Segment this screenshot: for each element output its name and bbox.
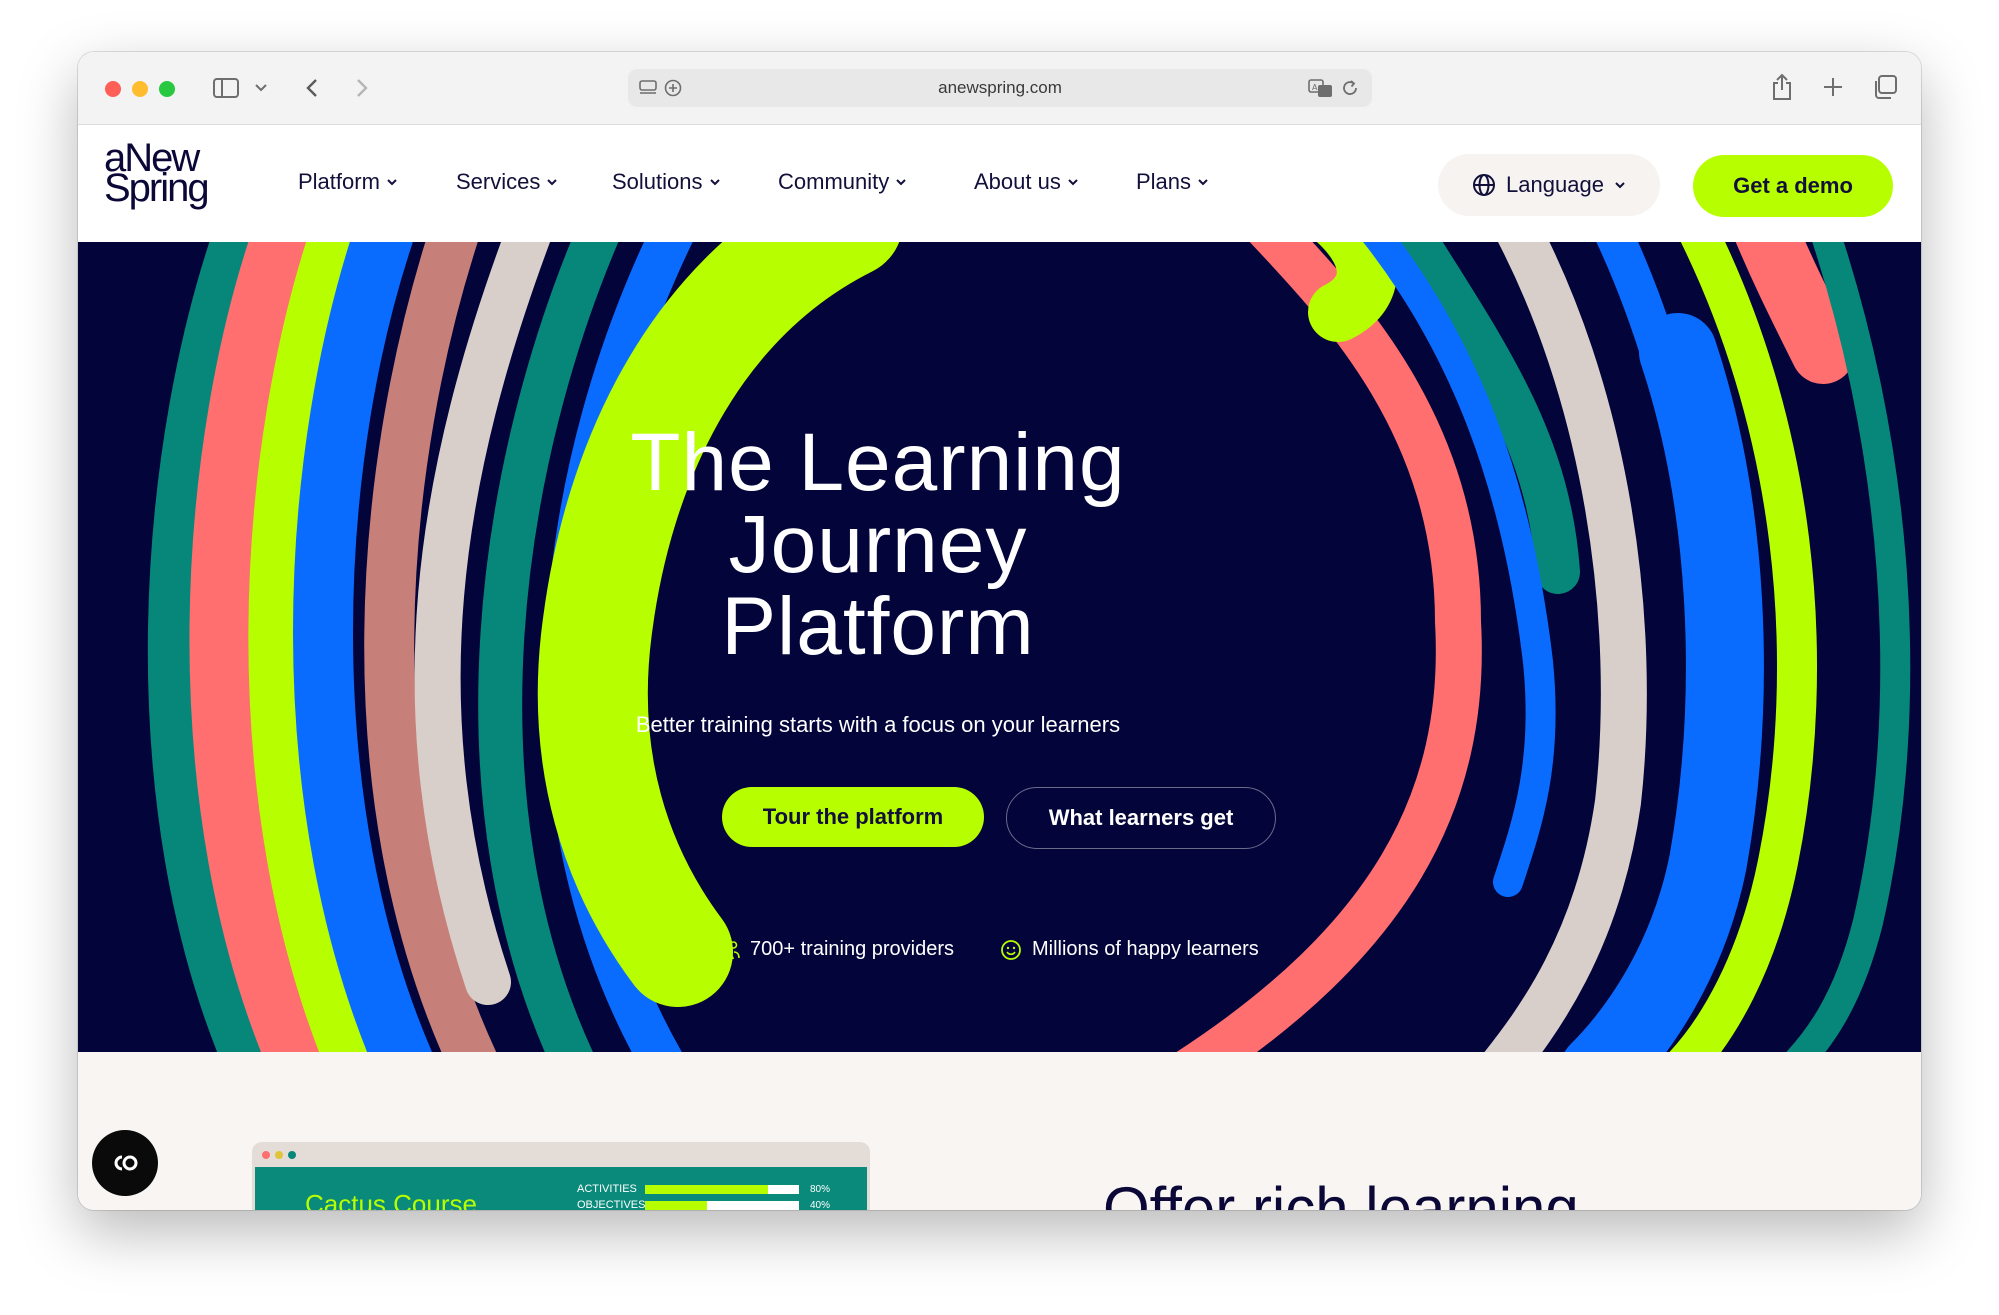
- translate-icon[interactable]: A: [1308, 78, 1334, 98]
- nav-item-label: Services: [456, 169, 541, 194]
- stat-happy-learners: Millions of happy learners: [1000, 938, 1259, 961]
- get-a-demo-button[interactable]: Get a demo: [1693, 155, 1893, 217]
- users-icon: [718, 940, 740, 959]
- features-section: Cactus Course ACTIVITIES 80% OBJECTIVES …: [78, 1052, 1921, 1210]
- cookie-settings-button[interactable]: [92, 1130, 158, 1196]
- chevron-down-icon[interactable]: [254, 82, 268, 94]
- progress-fill: [645, 1185, 769, 1194]
- nav-item-label: Plans: [1136, 169, 1192, 194]
- chevron-down-icon: [896, 179, 906, 186]
- progress-label: OBJECTIVES: [577, 1199, 646, 1210]
- window-dot: [262, 1151, 270, 1159]
- progress-bar: [645, 1201, 799, 1210]
- nav-item-solutions[interactable]: Solutions: [612, 169, 721, 195]
- chevron-down-icon: [1198, 179, 1208, 186]
- hero-subtitle: Better training starts with a focus on y…: [635, 712, 1121, 737]
- nav-item-label: Community: [778, 169, 890, 194]
- nav-item-label: Platform: [298, 169, 380, 194]
- smiley-icon: [1001, 939, 1021, 960]
- chevron-down-icon: [1615, 182, 1625, 189]
- course-preview-mockup: Cactus Course ACTIVITIES 80% OBJECTIVES …: [252, 1142, 870, 1210]
- nav-item-label: Solutions: [612, 169, 703, 194]
- share-icon[interactable]: [1770, 72, 1794, 102]
- browser-toolbar: anewspring.com A: [78, 52, 1921, 125]
- tour-the-platform-button[interactable]: Tour the platform: [722, 787, 984, 847]
- progress-fill: [645, 1201, 707, 1210]
- back-icon[interactable]: [302, 76, 322, 100]
- progress-percent: 80%: [810, 1184, 831, 1195]
- chevron-down-icon: [387, 179, 397, 186]
- chevron-down-icon: [547, 179, 558, 186]
- hero-title: The Learning Journey Platform: [578, 422, 1178, 668]
- nav-item-platform[interactable]: Platform: [298, 169, 398, 195]
- progress-percent: 40%: [810, 1200, 831, 1210]
- nav-item-plans[interactable]: Plans: [1136, 169, 1209, 195]
- logo-line-2: Spring: [104, 166, 210, 210]
- nav-item-community[interactable]: Community: [778, 169, 907, 195]
- hero-title-line-3: Platform: [721, 581, 1035, 672]
- browser-window: anewspring.com A aNew Spring Platform Se…: [78, 52, 1921, 1210]
- hero-section: The Learning Journey Platform Better tra…: [78, 242, 1921, 1052]
- site-header: aNew Spring Platform Services Solutions …: [78, 125, 1921, 251]
- nav-item-about-us[interactable]: About us: [974, 169, 1079, 195]
- what-learners-get-button[interactable]: What learners get: [1006, 787, 1276, 849]
- url-text: anewspring.com: [938, 78, 1062, 97]
- minimize-window-button[interactable]: [132, 81, 148, 97]
- window-dot: [288, 1151, 296, 1159]
- stat-training-providers: 700+ training providers: [718, 938, 954, 961]
- language-label: Language: [1506, 172, 1604, 197]
- forward-icon[interactable]: [352, 76, 372, 100]
- window-dot: [275, 1151, 283, 1159]
- tabs-overview-icon[interactable]: [1872, 74, 1898, 100]
- stat-label: 700+ training providers: [750, 938, 955, 960]
- stat-label: Millions of happy learners: [1032, 938, 1259, 960]
- close-window-button[interactable]: [105, 81, 121, 97]
- nav-item-services[interactable]: Services: [456, 169, 558, 195]
- hero-title-line-2: Journey: [728, 499, 1028, 590]
- nav-item-label: About us: [974, 169, 1061, 194]
- reload-icon[interactable]: [1340, 78, 1360, 98]
- chevron-down-icon: [1068, 179, 1078, 186]
- course-title: Cactus Course: [305, 1189, 477, 1210]
- chevron-down-icon: [709, 179, 720, 186]
- progress-label: ACTIVITIES: [577, 1183, 637, 1195]
- section-heading: Offer rich learning: [1103, 1175, 1579, 1210]
- course-card: Cactus Course ACTIVITIES 80% OBJECTIVES …: [255, 1167, 867, 1210]
- sidebar-icon[interactable]: [212, 76, 240, 100]
- language-button[interactable]: Language: [1438, 154, 1660, 216]
- hero-title-line-1: The Learning: [630, 417, 1126, 508]
- new-tab-icon[interactable]: [1822, 76, 1844, 98]
- anewspring-logo[interactable]: aNew Spring: [104, 138, 210, 210]
- zoom-window-button[interactable]: [159, 81, 175, 97]
- address-bar[interactable]: anewspring.com A: [628, 69, 1372, 107]
- cookie-consent-icon: [114, 1155, 138, 1171]
- svg-text:A: A: [1312, 83, 1318, 92]
- globe-icon: [1473, 174, 1496, 196]
- progress-bar: [645, 1185, 799, 1194]
